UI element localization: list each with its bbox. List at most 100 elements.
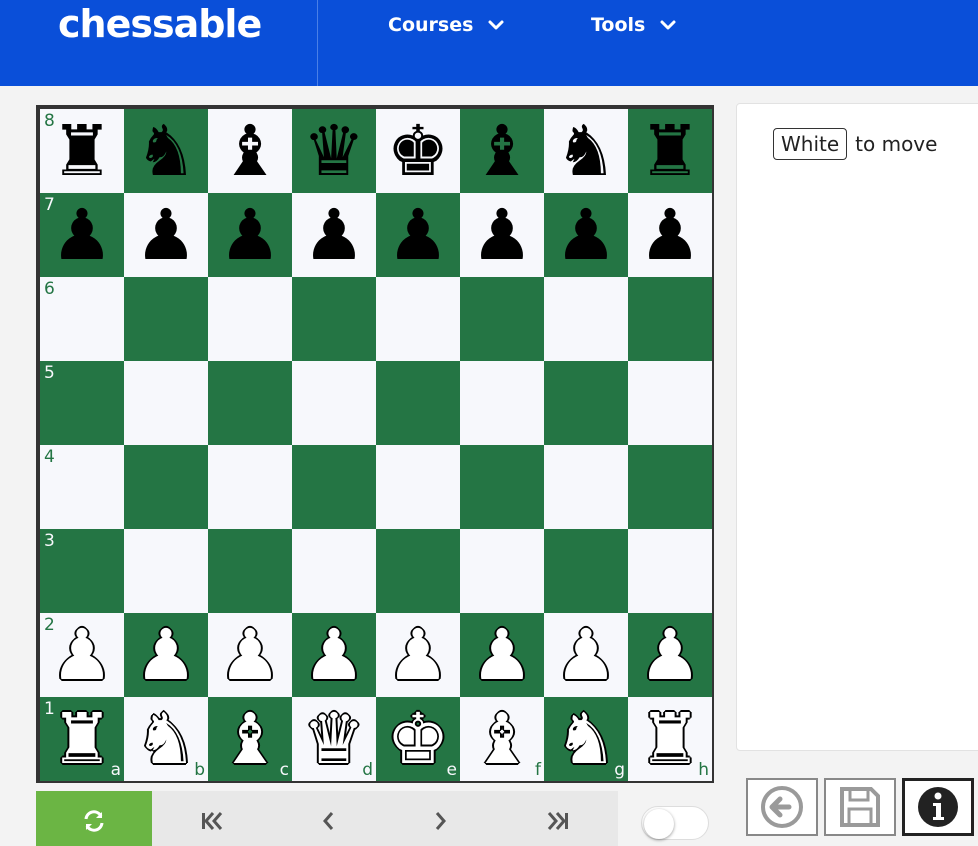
white-king-piece[interactable]: ♚ — [376, 697, 460, 781]
black-pawn-piece[interactable]: ♟ — [460, 193, 544, 277]
square-g7[interactable]: ♟ — [544, 193, 628, 277]
square-b5[interactable] — [124, 361, 208, 445]
black-rook-piece[interactable]: ♜ — [40, 109, 124, 193]
nav-courses-menu[interactable]: Courses — [388, 14, 505, 36]
white-pawn-piece[interactable]: ♟ — [40, 613, 124, 697]
square-f2[interactable]: ♟ — [460, 613, 544, 697]
square-f5[interactable] — [460, 361, 544, 445]
square-b6[interactable] — [124, 277, 208, 361]
chessboard[interactable]: 8 ♜ ♞ ♝ ♛ ♚ ♝ ♞ ♜ 7 ♟ ♟ ♟ ♟ ♟ ♟ ♟ ♟ 6 5 4 3 2 ♟ ♟ ♟ ♟ ♟ ♟ ♟ ♟ 1 a ♜ b ♞ c ♝ d ♛… — [40, 109, 712, 781]
info-button[interactable] — [902, 778, 974, 836]
black-pawn-piece[interactable]: ♟ — [376, 193, 460, 277]
white-bishop-piece[interactable]: ♝ — [208, 697, 292, 781]
black-knight-piece[interactable]: ♞ — [124, 109, 208, 193]
square-d5[interactable] — [292, 361, 376, 445]
square-a5[interactable]: 5 — [40, 361, 124, 445]
black-pawn-piece[interactable]: ♟ — [124, 193, 208, 277]
square-e2[interactable]: ♟ — [376, 613, 460, 697]
square-h6[interactable] — [628, 277, 712, 361]
square-a4[interactable]: 4 — [40, 445, 124, 529]
square-h5[interactable] — [628, 361, 712, 445]
black-pawn-piece[interactable]: ♟ — [544, 193, 628, 277]
square-e5[interactable] — [376, 361, 460, 445]
square-f6[interactable] — [460, 277, 544, 361]
square-d7[interactable]: ♟ — [292, 193, 376, 277]
square-c2[interactable]: ♟ — [208, 613, 292, 697]
square-d4[interactable] — [292, 445, 376, 529]
black-pawn-piece[interactable]: ♟ — [208, 193, 292, 277]
flip-board-button[interactable] — [36, 791, 152, 846]
square-h4[interactable] — [628, 445, 712, 529]
chessable-logo[interactable]: chessable — [58, 2, 262, 46]
white-pawn-piece[interactable]: ♟ — [292, 613, 376, 697]
nav-tools-menu[interactable]: Tools — [591, 14, 677, 36]
square-f4[interactable] — [460, 445, 544, 529]
square-a1[interactable]: 1 a ♜ — [40, 697, 124, 781]
square-h2[interactable]: ♟ — [628, 613, 712, 697]
square-e4[interactable] — [376, 445, 460, 529]
black-rook-piece[interactable]: ♜ — [628, 109, 712, 193]
square-b2[interactable]: ♟ — [124, 613, 208, 697]
board-toggle-switch[interactable] — [641, 806, 709, 840]
square-h8[interactable]: ♜ — [628, 109, 712, 193]
square-b4[interactable] — [124, 445, 208, 529]
square-g4[interactable] — [544, 445, 628, 529]
white-bishop-piece[interactable]: ♝ — [460, 697, 544, 781]
black-queen-piece[interactable]: ♛ — [292, 109, 376, 193]
previous-move-button[interactable] — [289, 791, 369, 846]
white-rook-piece[interactable]: ♜ — [628, 697, 712, 781]
square-d3[interactable] — [292, 529, 376, 613]
square-a7[interactable]: 7 ♟ — [40, 193, 124, 277]
white-pawn-piece[interactable]: ♟ — [208, 613, 292, 697]
square-a6[interactable]: 6 — [40, 277, 124, 361]
square-g5[interactable] — [544, 361, 628, 445]
square-b8[interactable]: ♞ — [124, 109, 208, 193]
square-e8[interactable]: ♚ — [376, 109, 460, 193]
white-pawn-piece[interactable]: ♟ — [544, 613, 628, 697]
square-e6[interactable] — [376, 277, 460, 361]
square-f7[interactable]: ♟ — [460, 193, 544, 277]
square-h1[interactable]: h ♜ — [628, 697, 712, 781]
square-d8[interactable]: ♛ — [292, 109, 376, 193]
square-e3[interactable] — [376, 529, 460, 613]
square-b3[interactable] — [124, 529, 208, 613]
square-f1[interactable]: f ♝ — [460, 697, 544, 781]
black-bishop-piece[interactable]: ♝ — [208, 109, 292, 193]
square-g1[interactable]: g ♞ — [544, 697, 628, 781]
white-pawn-piece[interactable]: ♟ — [460, 613, 544, 697]
black-king-piece[interactable]: ♚ — [376, 109, 460, 193]
white-knight-piece[interactable]: ♞ — [124, 697, 208, 781]
square-b1[interactable]: b ♞ — [124, 697, 208, 781]
white-queen-piece[interactable]: ♛ — [292, 697, 376, 781]
square-a8[interactable]: 8 ♜ — [40, 109, 124, 193]
black-pawn-piece[interactable]: ♟ — [628, 193, 712, 277]
back-button[interactable] — [746, 778, 818, 836]
black-knight-piece[interactable]: ♞ — [544, 109, 628, 193]
square-g6[interactable] — [544, 277, 628, 361]
white-pawn-piece[interactable]: ♟ — [628, 613, 712, 697]
square-c5[interactable] — [208, 361, 292, 445]
white-pawn-piece[interactable]: ♟ — [376, 613, 460, 697]
save-button[interactable] — [824, 778, 896, 836]
square-h3[interactable] — [628, 529, 712, 613]
square-c3[interactable] — [208, 529, 292, 613]
square-g3[interactable] — [544, 529, 628, 613]
square-d6[interactable] — [292, 277, 376, 361]
last-move-button[interactable] — [518, 791, 598, 846]
square-c8[interactable]: ♝ — [208, 109, 292, 193]
square-f3[interactable] — [460, 529, 544, 613]
square-d2[interactable]: ♟ — [292, 613, 376, 697]
white-pawn-piece[interactable]: ♟ — [124, 613, 208, 697]
white-knight-piece[interactable]: ♞ — [544, 697, 628, 781]
square-h7[interactable]: ♟ — [628, 193, 712, 277]
first-move-button[interactable] — [172, 791, 252, 846]
square-f8[interactable]: ♝ — [460, 109, 544, 193]
black-pawn-piece[interactable]: ♟ — [40, 193, 124, 277]
square-g2[interactable]: ♟ — [544, 613, 628, 697]
white-rook-piece[interactable]: ♜ — [40, 697, 124, 781]
square-b7[interactable]: ♟ — [124, 193, 208, 277]
square-e1[interactable]: e ♚ — [376, 697, 460, 781]
black-pawn-piece[interactable]: ♟ — [292, 193, 376, 277]
square-c1[interactable]: c ♝ — [208, 697, 292, 781]
square-c4[interactable] — [208, 445, 292, 529]
